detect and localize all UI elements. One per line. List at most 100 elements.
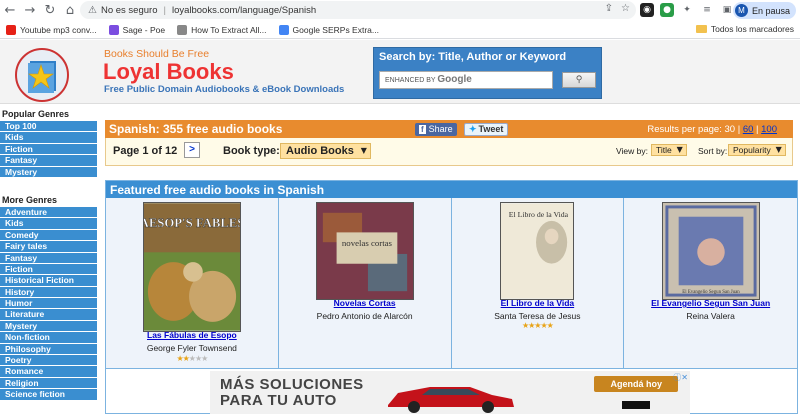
- sidepanel-icon[interactable]: ▣: [720, 3, 734, 17]
- search-title: Search by: Title, Author or Keyword: [379, 51, 567, 63]
- youtube-icon: [6, 24, 16, 35]
- book-cover-evangelio[interactable]: El Evangelio Segun San Juan: [661, 202, 760, 300]
- profile-button[interactable]: M En pausa: [733, 2, 797, 19]
- advertisement-banner[interactable]: MÁS SOLUCIONES PARA TU AUTO Agendá hoy ⓘ✕: [210, 371, 690, 414]
- sidebar-item-genre[interactable]: History: [0, 286, 97, 299]
- menu-list-icon[interactable]: ≡: [700, 3, 714, 17]
- bookmark-label: How To Extract All...: [191, 24, 267, 35]
- ad-headline: MÁS SOLUCIONES PARA TU AUTO: [220, 377, 364, 409]
- book-type-select[interactable]: Audio Books ▼: [280, 143, 371, 159]
- book-title-link[interactable]: Las Fábulas de Esopo: [106, 330, 278, 340]
- sidebar-item-genre[interactable]: Kids: [0, 132, 97, 144]
- extension-icon[interactable]: ◉: [640, 3, 654, 17]
- sidebar-item-genre[interactable]: Fantasy: [0, 252, 97, 264]
- sidebar-item-genre[interactable]: Fiction: [0, 263, 97, 276]
- next-page-button[interactable]: >: [184, 142, 200, 158]
- home-icon[interactable]: ⌂: [60, 3, 80, 18]
- bookmark-item[interactable]: Sage - Poe: [108, 24, 165, 35]
- ad-choices-icon[interactable]: ⓘ✕: [673, 372, 688, 383]
- bookmark-star-icon[interactable]: ☆: [621, 3, 630, 14]
- address-bar[interactable]: ⚠ No es seguro | loyalbooks.com/language…: [80, 1, 636, 19]
- browser-toolbar: ← → ↻ ⌂ ⚠ No es seguro | loyalbooks.com/…: [0, 0, 800, 21]
- poe-icon: [108, 24, 119, 35]
- view-by-select[interactable]: Title ▼: [651, 144, 687, 156]
- sidebar-item-genre[interactable]: Humor: [0, 298, 97, 310]
- cover-title: El Libro de la Vida: [509, 210, 569, 219]
- forward-icon[interactable]: →: [20, 3, 40, 18]
- share-page-icon[interactable]: ⇪: [605, 3, 613, 14]
- language-title-bar: Spanish: 355 free audio books f Share ✦ Tw…: [105, 120, 793, 138]
- ad-line-2: PARA TU AUTO: [220, 392, 337, 409]
- sidebar-item-genre[interactable]: Literature: [0, 309, 97, 321]
- book-card: AESOP'S FABLES Las Fábulas de Esopo Geor…: [106, 198, 279, 369]
- security-label: No es seguro: [100, 4, 158, 16]
- sidebar-item-genre[interactable]: Romance: [0, 366, 97, 378]
- rpp-label: Results per page:: [647, 124, 722, 135]
- bookmark-label: Youtube mp3 conv...: [20, 24, 97, 35]
- sort-by-select[interactable]: Popularity ▼: [728, 144, 786, 156]
- book-cover-aesop[interactable]: AESOP'S FABLES: [142, 202, 241, 332]
- rpp-60-link[interactable]: 60: [743, 124, 754, 135]
- search-input[interactable]: ENHANCED BY Google: [379, 71, 553, 89]
- cover-title: AESOP'S FABLES: [143, 216, 241, 230]
- sidebar-item-genre[interactable]: Comedy: [0, 229, 97, 242]
- book-title-link[interactable]: El Libro de la Vida: [452, 298, 624, 308]
- reload-icon[interactable]: ↻: [40, 3, 60, 18]
- sidebar-item-genre[interactable]: Top 100: [0, 121, 97, 133]
- bookmarks-bar: Youtube mp3 conv... Sage - Poe How To Ex…: [0, 21, 800, 39]
- sidebar-item-genre[interactable]: Religion: [0, 377, 97, 390]
- bookmark-item[interactable]: Youtube mp3 conv...: [6, 24, 97, 35]
- tweet-button[interactable]: ✦ Tweet: [464, 123, 509, 136]
- book-author: Santa Teresa de Jesus: [494, 311, 581, 321]
- sidebar-item-genre[interactable]: Poetry: [0, 355, 97, 367]
- folder-icon: [695, 25, 707, 33]
- sidebar-item-genre[interactable]: Kids: [0, 218, 97, 230]
- puzzle-icon[interactable]: ✦: [680, 3, 694, 17]
- sidebar-item-genre[interactable]: Adventure: [0, 206, 97, 219]
- sort-by-value: Popularity: [733, 145, 771, 155]
- rpp-separator: |: [737, 124, 741, 135]
- sidebar-item-genre[interactable]: Philosophy: [0, 343, 97, 356]
- book-type-label: Book type:: [223, 145, 280, 157]
- sidebar-item-genre[interactable]: Non-fiction: [0, 332, 97, 344]
- extension-green-icon[interactable]: ●: [660, 3, 674, 17]
- book-card: El Evangelio Segun San Juan El Evangelio…: [624, 198, 797, 369]
- all-bookmarks-label: Todos los marcadores: [710, 24, 794, 34]
- ad-cta-button[interactable]: Agendá hoy: [594, 376, 678, 392]
- sidebar-item-genre[interactable]: Historical Fiction: [0, 275, 97, 287]
- rpp-100-link[interactable]: 100: [761, 124, 777, 135]
- book-title-link[interactable]: El Evangelio Segun San Juan: [624, 298, 797, 308]
- facebook-share-button[interactable]: f Share: [415, 123, 457, 136]
- search-button[interactable]: ⚲: [562, 72, 596, 88]
- url-text: loyalbooks.com/language/Spanish: [171, 4, 317, 16]
- listing-controls: Page 1 of 12 > Book type: Audio Books ▼ V…: [105, 138, 793, 166]
- cover-title: novelas cortas: [342, 238, 393, 248]
- site-name[interactable]: Loyal Books: [103, 59, 234, 85]
- warning-icon[interactable]: ⚠: [88, 5, 97, 16]
- search-panel: Search by: Title, Author or Keyword ENHA…: [373, 47, 602, 99]
- genre-sidebar: Popular Genres Top 100 Kids Fiction Fantasy…: [0, 104, 97, 401]
- book-card: El Libro de la Vida El Libro de la Vida …: [451, 198, 625, 369]
- popular-genres-heading: Popular Genres: [2, 109, 70, 119]
- profile-status: En pausa: [752, 5, 791, 16]
- sidebar-item-genre[interactable]: Fairy tales: [0, 241, 97, 253]
- book-cover-libro-vida[interactable]: El Libro de la Vida: [500, 202, 575, 300]
- bookmark-item[interactable]: Google SERPs Extra...: [278, 24, 379, 35]
- book-title-link[interactable]: Novelas Cortas: [279, 298, 451, 308]
- sidebar-item-genre[interactable]: Fiction: [0, 143, 97, 156]
- sidebar-item-genre[interactable]: Fantasy: [0, 155, 97, 167]
- bookmark-item[interactable]: How To Extract All...: [177, 24, 267, 35]
- sidebar-item-genre[interactable]: Mystery: [0, 166, 97, 178]
- rpp-current: 30: [724, 124, 736, 135]
- book-cover-novelas[interactable]: novelas cortas: [315, 202, 414, 300]
- share-label: Share: [428, 124, 453, 134]
- ad-line-1: MÁS SOLUCIONES: [220, 376, 364, 393]
- back-icon[interactable]: ←: [0, 3, 20, 18]
- chevron-down-icon: ▼: [360, 146, 367, 155]
- sidebar-item-genre[interactable]: Mystery: [0, 320, 97, 333]
- tweet-label: Tweet: [478, 124, 504, 134]
- sidebar-item-genre[interactable]: Science fiction: [0, 389, 97, 401]
- all-bookmarks[interactable]: Todos los marcadores: [695, 24, 794, 34]
- loyal-books-logo[interactable]: [14, 47, 70, 103]
- chevron-down-icon: ▼: [676, 145, 683, 154]
